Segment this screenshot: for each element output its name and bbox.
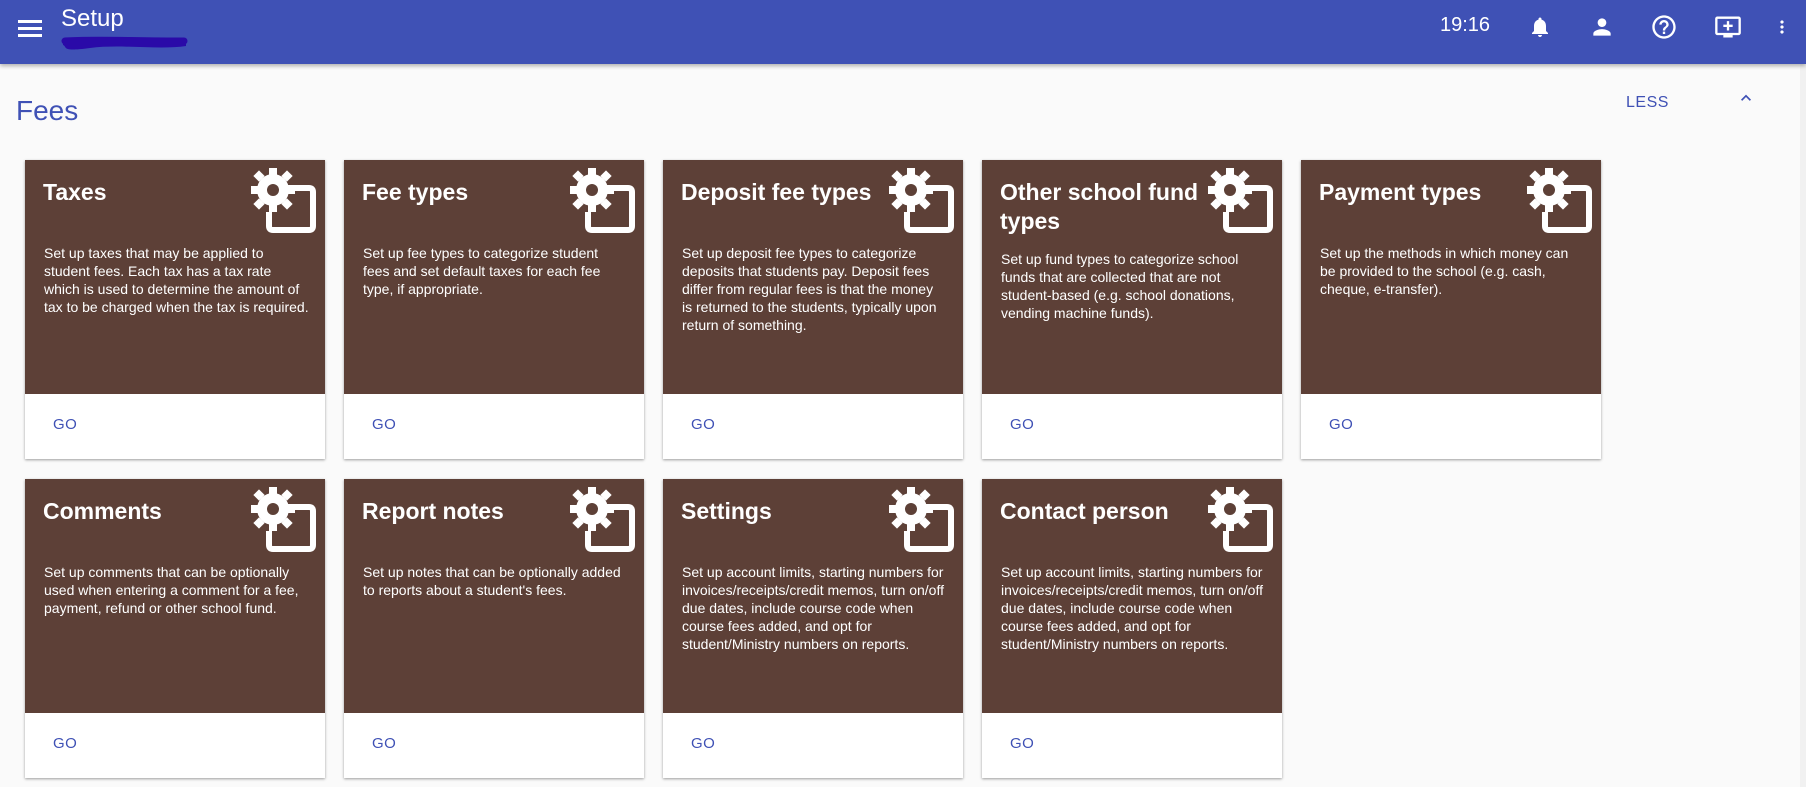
card-settings: Settings Set up account limits, starting… xyxy=(663,479,963,778)
card-title: Taxes xyxy=(43,179,107,205)
card-title: Other school fund types xyxy=(1000,179,1199,234)
help-icon[interactable] xyxy=(1648,11,1680,43)
go-button[interactable]: GO xyxy=(683,410,723,439)
redaction-scribble xyxy=(61,36,188,50)
card-description: Set up comments that can be optionally u… xyxy=(44,564,299,616)
less-button[interactable]: LESS xyxy=(1620,92,1675,114)
card-payment-types: Payment types Set up the methods in whic… xyxy=(1301,160,1601,459)
go-button[interactable]: GO xyxy=(1002,410,1042,439)
card-description: Set up notes that can be optionally adde… xyxy=(363,564,621,598)
card-title: Payment types xyxy=(1319,179,1482,205)
card-title: Comments xyxy=(43,498,162,524)
card-contact-person: Contact person Set up account limits, st… xyxy=(982,479,1282,778)
card-comments: Comments Set up comments that can be opt… xyxy=(25,479,325,778)
go-button[interactable]: GO xyxy=(45,729,85,758)
settings-applications-icon xyxy=(1208,168,1273,233)
settings-applications-icon xyxy=(570,487,635,552)
card-report-notes: Report notes Set up notes that can be op… xyxy=(344,479,644,778)
clock-display: 19:16 xyxy=(1440,14,1491,36)
settings-applications-icon xyxy=(251,168,316,233)
card-description: Set up account limits, starting numbers … xyxy=(682,564,944,652)
go-button[interactable]: GO xyxy=(45,410,85,439)
card-description: Set up fee types to categorize student f… xyxy=(363,245,601,297)
menu-icon[interactable] xyxy=(16,16,44,44)
go-button[interactable]: GO xyxy=(1002,729,1042,758)
card-title: Report notes xyxy=(362,498,504,524)
go-button[interactable]: GO xyxy=(1321,410,1361,439)
go-button[interactable]: GO xyxy=(364,410,404,439)
card-title: Deposit fee types xyxy=(681,179,872,205)
card-taxes: Taxes Set up taxes that may be applied t… xyxy=(25,160,325,459)
card-title: Fee types xyxy=(362,179,469,205)
settings-applications-icon xyxy=(251,487,316,552)
bell-icon[interactable] xyxy=(1524,11,1556,43)
chevron-up-icon[interactable] xyxy=(1736,88,1756,108)
card-deposit-fee-types: Deposit fee types Set up deposit fee typ… xyxy=(663,160,963,459)
card-description: Set up account limits, starting numbers … xyxy=(1001,564,1263,652)
person-icon[interactable] xyxy=(1586,11,1618,43)
card-fee-types: Fee types Set up fee types to categorize… xyxy=(344,160,644,459)
settings-applications-icon xyxy=(889,168,954,233)
more-vert-icon[interactable] xyxy=(1772,11,1792,43)
card-description: Set up the methods in which money can be… xyxy=(1320,245,1569,297)
section-title: Fees xyxy=(16,95,79,126)
page-title: Setup xyxy=(61,5,124,32)
settings-applications-icon xyxy=(570,168,635,233)
card-description: Set up fund types to categorize school f… xyxy=(1001,251,1239,321)
card-other-school-fund-types: Other school fund types Set up fund type… xyxy=(982,160,1282,459)
scrollbar[interactable] xyxy=(1800,64,1806,787)
card-title: Settings xyxy=(681,498,772,524)
go-button[interactable]: GO xyxy=(683,729,723,758)
card-title: Contact person xyxy=(1000,498,1169,524)
app-header: Setup 19:16 xyxy=(0,0,1806,64)
card-description: Set up taxes that may be applied to stud… xyxy=(44,245,309,315)
settings-applications-icon xyxy=(1527,168,1592,233)
monitor-add-icon[interactable] xyxy=(1712,11,1744,43)
settings-applications-icon xyxy=(889,487,954,552)
go-button[interactable]: GO xyxy=(364,729,404,758)
card-description: Set up deposit fee types to categorize d… xyxy=(682,245,937,333)
settings-applications-icon xyxy=(1208,487,1273,552)
